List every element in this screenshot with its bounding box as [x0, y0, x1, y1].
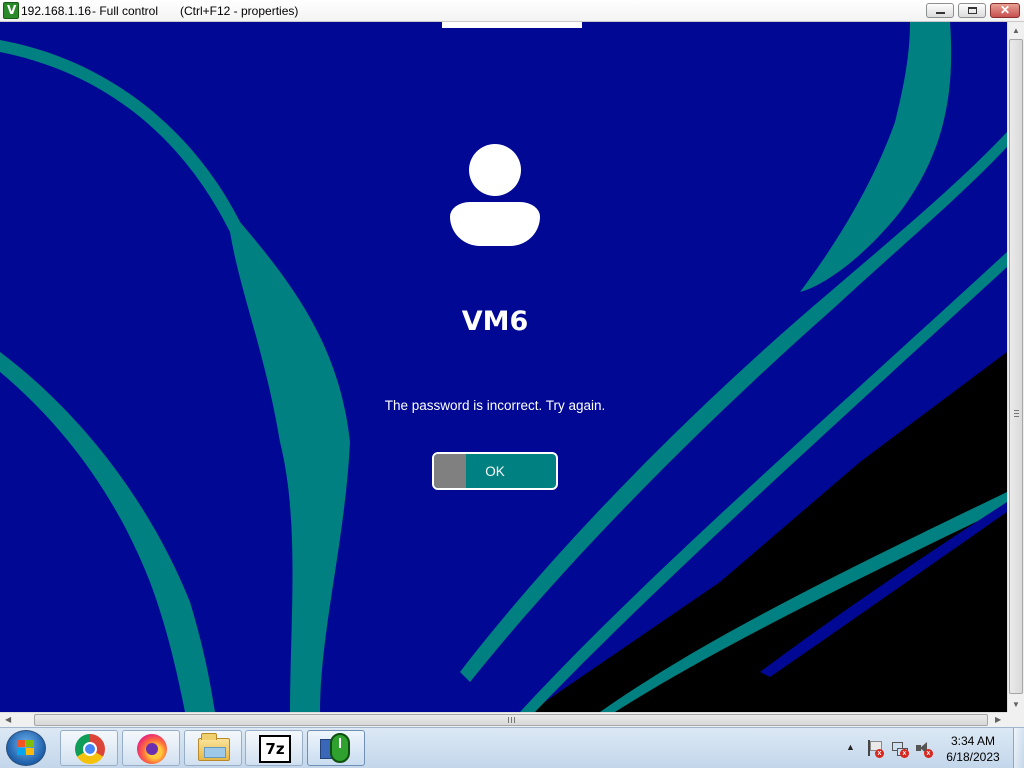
chrome-icon [75, 734, 105, 764]
maximize-button[interactable] [958, 3, 986, 18]
ok-button-label: OK [485, 464, 505, 479]
sevenzip-icon: 7z [259, 735, 291, 763]
volume-muted-icon[interactable]: x [915, 740, 933, 758]
user-avatar-icon [450, 144, 540, 246]
window-title-host: 192.168.1.16 [21, 4, 92, 18]
user-name: VM6 [461, 306, 529, 337]
folder-icon [198, 733, 230, 761]
start-button[interactable] [6, 730, 46, 766]
windows-start-icon [17, 740, 35, 756]
scroll-down-icon[interactable]: ▼ [1012, 700, 1020, 709]
scroll-left-icon[interactable]: ◀ [5, 715, 11, 724]
taskbar-explorer[interactable] [184, 730, 242, 766]
maximize-icon [968, 7, 977, 14]
window-title-hint: (Ctrl+F12 - properties) [180, 4, 299, 18]
taskbar-remote-control[interactable] [307, 730, 365, 766]
minimize-icon [936, 12, 945, 14]
top-drop-bar [442, 22, 582, 28]
vertical-scroll-thumb[interactable] [1009, 39, 1023, 694]
taskbar-7zip[interactable]: 7z [245, 730, 303, 766]
taskbar-chrome[interactable] [60, 730, 118, 766]
show-desktop-button[interactable] [1013, 728, 1024, 768]
scroll-corner [1007, 712, 1024, 727]
error-message: The password is incorrect. Try again. [384, 398, 606, 413]
ok-button[interactable]: OK [432, 452, 558, 490]
taskbar-firefox[interactable] [122, 730, 180, 766]
minimize-button[interactable] [926, 3, 954, 18]
scroll-right-icon[interactable]: ▶ [995, 715, 1001, 724]
lock-screen-wallpaper [0, 22, 1007, 712]
firefox-icon [137, 734, 167, 764]
remote-control-icon [320, 733, 354, 765]
close-icon: ✕ [1000, 3, 1011, 17]
vertical-scrollbar[interactable]: ▲ ▼ [1007, 22, 1024, 712]
tray-clock[interactable]: 3:34 AM 6/18/2023 [940, 733, 1006, 765]
horizontal-scroll-thumb[interactable] [34, 714, 988, 726]
scroll-up-icon[interactable]: ▲ [1012, 26, 1020, 35]
remote-desktop-viewport[interactable]: VM6 The password is incorrect. Try again… [0, 22, 1007, 712]
remote-control-icon: V [3, 2, 19, 19]
close-button[interactable]: ✕ [990, 3, 1020, 18]
window-title-bar[interactable]: V 192.168.1.16 - Full control (Ctrl+F12 … [0, 0, 1024, 22]
network-icon[interactable]: x [891, 740, 909, 758]
horizontal-scrollbar[interactable]: ◀ ▶ [0, 712, 1007, 727]
clock-time: 3:34 AM [950, 734, 996, 748]
clock-date: 6/18/2023 [946, 750, 1000, 764]
taskbar: 7z ▲ x x x 3:34 AM 6/18/2023 [0, 727, 1024, 768]
action-center-flag-icon[interactable]: x [866, 740, 884, 758]
window-title-mode: - Full control [92, 4, 159, 18]
tray-expand-icon[interactable]: ▲ [846, 742, 855, 752]
